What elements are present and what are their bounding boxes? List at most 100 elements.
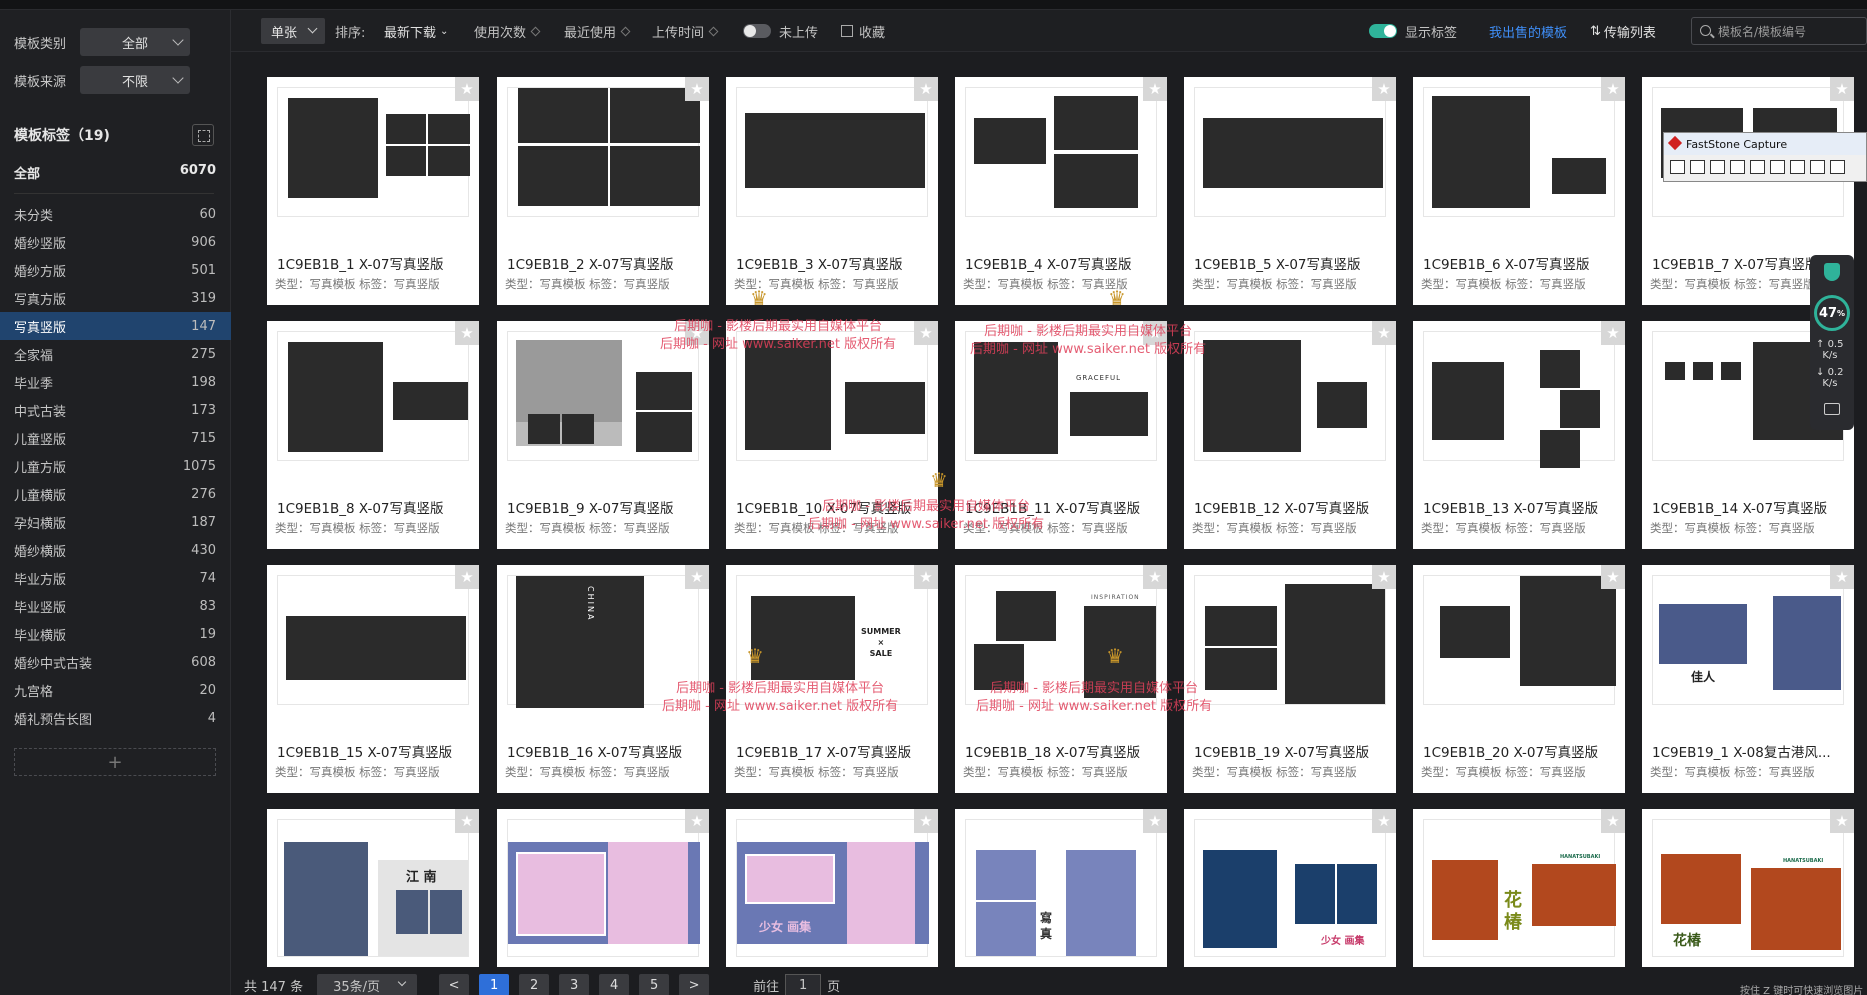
tag-item[interactable]: 婚纱横版 430	[0, 536, 231, 564]
tag-item[interactable]: 婚礼预告长图 4	[0, 704, 231, 732]
tag-item[interactable]: 婚纱竖版 906	[0, 228, 231, 256]
template-card[interactable]: ★ 1C9EB1B_20 X-07写真竖版 类型：写真模板 标签：写真竖版	[1413, 565, 1625, 793]
star-icon[interactable]: ★	[1601, 565, 1625, 589]
tag-item[interactable]: 毕业横版 19	[0, 620, 231, 648]
tag-item[interactable]: 婚纱方版 501	[0, 256, 231, 284]
fullscreen-capture-icon[interactable]	[1750, 160, 1765, 174]
sort-usage-count[interactable]: 使用次数	[474, 10, 541, 52]
tag-item[interactable]: 儿童方版 1075	[0, 452, 231, 480]
star-icon[interactable]: ★	[685, 321, 709, 345]
next-page-button[interactable]: >	[679, 974, 710, 995]
source-select[interactable]: 不限	[80, 66, 190, 94]
template-card[interactable]: ★ 1C9EB1B_13 X-07写真竖版 类型：写真模板 标签：写真竖版	[1413, 321, 1625, 549]
scroll-capture-icon[interactable]	[1790, 160, 1805, 174]
star-icon[interactable]: ★	[914, 321, 938, 345]
template-card[interactable]: ★	[497, 809, 709, 967]
template-card[interactable]: ★ 1C9EB1B_19 X-07写真竖版 类型：写真模板 标签：写真竖版	[1184, 565, 1396, 793]
favorites-checkbox[interactable]: 收藏	[841, 10, 885, 52]
star-icon[interactable]: ★	[1601, 321, 1625, 345]
sort-latest-download[interactable]: 最新下载 ⌄	[384, 10, 448, 52]
star-icon[interactable]: ★	[455, 321, 479, 345]
tag-item[interactable]: 儿童横版 276	[0, 480, 231, 508]
page-size-select[interactable]: 35条/页	[317, 974, 418, 995]
tag-item[interactable]: 儿童竖版 715	[0, 424, 231, 452]
tag-item[interactable]: 毕业竖版 83	[0, 592, 231, 620]
search-input[interactable]: 模板名/模板编号	[1691, 17, 1867, 45]
star-icon[interactable]: ★	[1143, 809, 1167, 833]
star-icon[interactable]: ★	[455, 809, 479, 833]
fixed-region-icon[interactable]	[1770, 160, 1785, 174]
star-icon[interactable]: ★	[685, 809, 709, 833]
tag-item[interactable]: 九宫格 20	[0, 676, 231, 704]
tag-item[interactable]: 毕业方版 74	[0, 564, 231, 592]
template-card[interactable]: ★ 1C9EB1B_1 X-07写真竖版 类型：写真模板 标签：写真竖版	[267, 77, 479, 305]
template-card[interactable]: 花椿 HANATSUBAKI ★	[1642, 809, 1854, 967]
star-icon[interactable]: ★	[1830, 77, 1854, 101]
show-tags-toggle[interactable]: 显示标签	[1369, 10, 1457, 52]
page-2-button[interactable]: 2	[519, 974, 550, 995]
star-icon[interactable]: ★	[1601, 809, 1625, 833]
star-icon[interactable]: ★	[1372, 321, 1396, 345]
template-card[interactable]: ★ 1C9EB1B_3 X-07写真竖版 类型：写真模板 标签：写真竖版	[726, 77, 938, 305]
category-select[interactable]: 全部	[80, 28, 190, 56]
template-card[interactable]: ★ 1C9EB1B_8 X-07写真竖版 类型：写真模板 标签：写真竖版	[267, 321, 479, 549]
open-icon[interactable]	[1670, 160, 1685, 174]
star-icon[interactable]: ★	[1372, 77, 1396, 101]
page-4-button[interactable]: 4	[599, 974, 630, 995]
mode-select[interactable]: 单张	[261, 18, 325, 44]
tag-item[interactable]: 中式古装 173	[0, 396, 231, 424]
sort-upload-time[interactable]: 上传时间	[652, 10, 719, 52]
template-card[interactable]: ★ 1C9EB1B_6 X-07写真竖版 类型：写真模板 标签：写真竖版	[1413, 77, 1625, 305]
star-icon[interactable]: ★	[1372, 565, 1396, 589]
goto-page-input[interactable]: 1	[785, 974, 822, 995]
page-1-button[interactable]: 1	[479, 974, 510, 995]
template-card[interactable]: 少女 画集 ★	[1184, 809, 1396, 967]
transfer-list-button[interactable]: ⇅ 传输列表	[1590, 10, 1656, 52]
star-icon[interactable]: ★	[1143, 565, 1167, 589]
star-icon[interactable]: ★	[685, 565, 709, 589]
template-card[interactable]: 寫真 ★	[955, 809, 1167, 967]
tag-item[interactable]: 全家福 275	[0, 340, 231, 368]
star-icon[interactable]: ★	[685, 77, 709, 101]
star-icon[interactable]: ★	[1830, 565, 1854, 589]
tag-item[interactable]: 孕妇横版 187	[0, 508, 231, 536]
rect-capture-icon[interactable]	[1710, 160, 1725, 174]
template-card[interactable]: ★ 1C9EB1B_10 X-07写真竖版 类型：写真模板 标签：写真竖版	[726, 321, 938, 549]
sort-recent-use[interactable]: 最近使用	[564, 10, 631, 52]
star-icon[interactable]: ★	[455, 77, 479, 101]
star-icon[interactable]: ★	[914, 809, 938, 833]
star-icon[interactable]: ★	[1372, 809, 1396, 833]
star-icon[interactable]: ★	[914, 565, 938, 589]
template-card[interactable]: 江 南 ★	[267, 809, 479, 967]
star-icon[interactable]: ★	[1601, 77, 1625, 101]
template-card[interactable]: ★ 1C9EB1B_4 X-07写真竖版 类型：写真模板 标签：写真竖版	[955, 77, 1167, 305]
prev-page-button[interactable]: <	[439, 974, 470, 995]
network-monitor-widget[interactable]: 47% ↑ 0.5 K/s ↓ 0.2 K/s	[1810, 255, 1854, 430]
star-icon[interactable]: ★	[1143, 321, 1167, 345]
faststone-capture-toolbar[interactable]: FastStone Capture	[1663, 132, 1867, 182]
scan-icon[interactable]	[192, 124, 214, 146]
video-record-icon[interactable]	[1810, 160, 1825, 174]
star-icon[interactable]: ★	[1143, 77, 1167, 101]
template-card[interactable]: 少女 画集 ★	[726, 809, 938, 967]
template-card[interactable]: INSPIRATION ★ 1C9EB1B_18 X-07写真竖版 类型：写真模板 标…	[955, 565, 1167, 793]
page-5-button[interactable]: 5	[639, 974, 670, 995]
template-card[interactable]: ★ 1C9EB1B_9 X-07写真竖版 类型：写真模板 标签：写真竖版	[497, 321, 709, 549]
freehand-capture-icon[interactable]	[1730, 160, 1745, 174]
template-card[interactable]: GRACEFUL ★ 1C9EB1B_11 X-07写真竖版 类型：写真模板 标签：写…	[955, 321, 1167, 549]
star-icon[interactable]: ★	[455, 565, 479, 589]
tag-item[interactable]: 写真竖版 147	[0, 312, 231, 340]
add-tag-button[interactable]: +	[14, 748, 216, 776]
camera-icon[interactable]	[1824, 403, 1840, 415]
template-card[interactable]: 花椿 HANATSUBAKI ★	[1413, 809, 1625, 967]
template-card[interactable]: ★ 1C9EB1B_12 X-07写真竖版 类型：写真模板 标签：写真竖版	[1184, 321, 1396, 549]
my-sold-templates-link[interactable]: 我出售的模板	[1489, 10, 1567, 52]
template-card[interactable]: 佳人 ★ 1C9EB19_1 X-08复古港风... 类型：写真模板 标签：写真竖版	[1642, 565, 1854, 793]
star-icon[interactable]: ★	[1830, 809, 1854, 833]
timer-icon[interactable]	[1830, 160, 1845, 174]
tag-item[interactable]: 毕业季 198	[0, 368, 231, 396]
template-card[interactable]: ★ 1C9EB1B_5 X-07写真竖版 类型：写真模板 标签：写真竖版	[1184, 77, 1396, 305]
template-card[interactable]: ★ 1C9EB1B_2 X-07写真竖版 类型：写真模板 标签：写真竖版	[497, 77, 709, 305]
template-card[interactable]: CHINA ★ 1C9EB1B_16 X-07写真竖版 类型：写真模板 标签：写真竖版	[497, 565, 709, 793]
tag-all[interactable]: 全部 6070	[14, 163, 216, 182]
